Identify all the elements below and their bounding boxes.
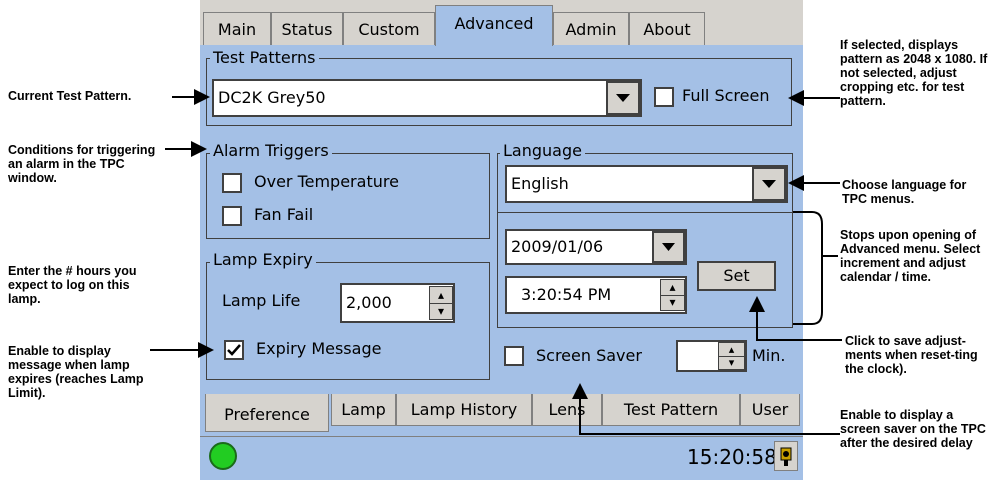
annotation-lines xyxy=(150,89,842,435)
